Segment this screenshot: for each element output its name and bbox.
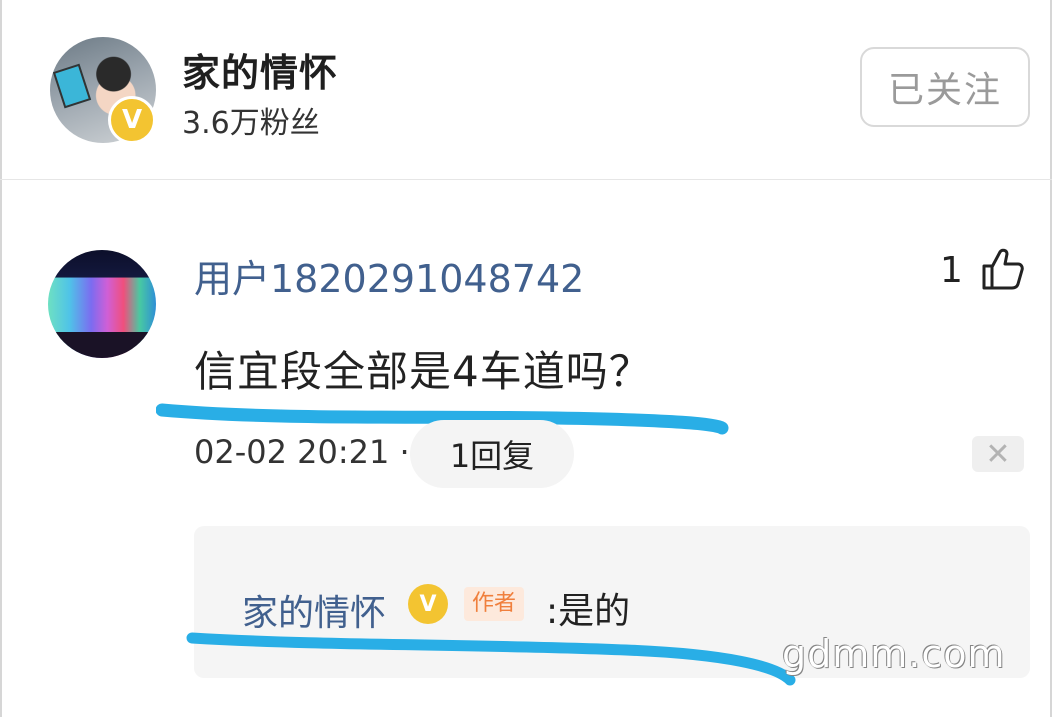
commenter-avatar[interactable] (48, 250, 156, 358)
thumbs-up-icon[interactable] (980, 246, 1026, 292)
close-icon[interactable]: ✕ (972, 436, 1024, 472)
header-divider (0, 179, 1052, 180)
follower-count: 3.6万粉丝 (182, 106, 320, 141)
comment-meta: 02-02 20:21 · (194, 433, 410, 471)
reply-text: :是的 (546, 591, 631, 632)
author-name[interactable]: 家的情怀 (182, 42, 338, 97)
verified-v-icon: V (108, 96, 156, 144)
meta-separator: · (399, 433, 410, 471)
reply-count-button[interactable]: 1回复 (410, 420, 574, 488)
reply-author-name[interactable]: 家的情怀 (242, 584, 386, 636)
author-tag-badge: 作者 (464, 587, 525, 621)
comment-timestamp: 02-02 20:21 (194, 433, 390, 471)
comment-text: 信宜段全部是4车道吗？ (194, 347, 652, 396)
like-count: 1 (940, 250, 963, 291)
watermark: gdmm.com (782, 632, 1006, 676)
commenter-username[interactable]: 用户1820291048742 (194, 248, 584, 303)
verified-v-icon: V (408, 584, 448, 624)
author-header: V 家的情怀 3.6万粉丝 已关注 (0, 0, 1052, 180)
follow-button[interactable]: 已关注 (860, 47, 1030, 127)
